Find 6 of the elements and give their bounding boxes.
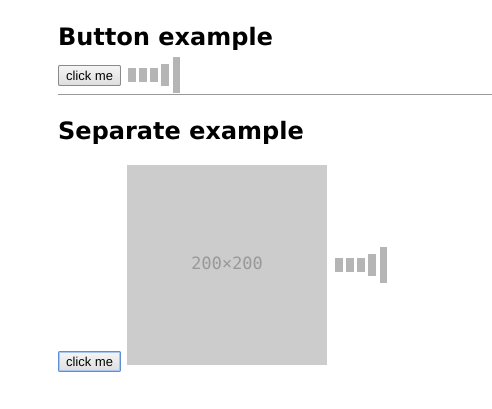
click-me-button[interactable]: click me (58, 351, 121, 372)
signal-bars-icon (128, 57, 180, 93)
section-heading: Button example (58, 22, 274, 51)
signal-bars-icon (334, 247, 387, 283)
click-me-button[interactable]: click me (58, 64, 121, 86)
section-heading: Separate example (58, 117, 305, 145)
